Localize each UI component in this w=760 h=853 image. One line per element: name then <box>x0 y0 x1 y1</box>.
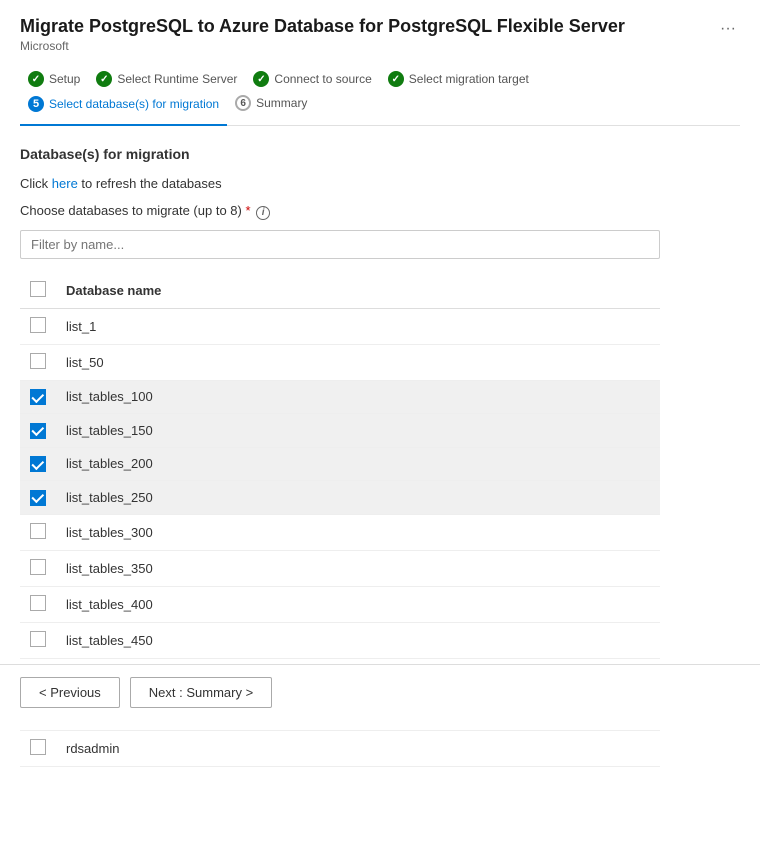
step-target: ✓ Select migration target <box>380 67 537 91</box>
row-checkbox-list_tables_150[interactable] <box>30 423 46 439</box>
row-checkbox-list_tables_100[interactable] <box>30 389 46 405</box>
row-checkbox-list_50[interactable] <box>30 353 46 369</box>
step-label-setup: Setup <box>49 72 80 86</box>
table-row: list_tables_200 <box>20 447 660 481</box>
db-name-list_tables_300: list_tables_300 <box>56 514 660 550</box>
db-name-list_tables_350: list_tables_350 <box>56 550 660 586</box>
step-label-target: Select migration target <box>409 72 529 86</box>
step-icon-databases: 5 <box>28 96 44 112</box>
steps-bar: ✓ Setup ✓ Select Runtime Server ✓ Connect to … <box>20 67 740 126</box>
row-checkbox-list_tables_400[interactable] <box>30 595 46 611</box>
table-row: rdsadmin <box>20 730 660 766</box>
row-checkbox-rdsadmin[interactable] <box>30 739 46 755</box>
section-title: Database(s) for migration <box>20 146 740 162</box>
row-checkbox-list_tables_250[interactable] <box>30 490 46 506</box>
table-row: list_tables_350 <box>20 550 660 586</box>
table-row: list_tables_450 <box>20 622 660 658</box>
row-checkbox-list_1[interactable] <box>30 317 46 333</box>
select-all-checkbox[interactable] <box>30 281 46 297</box>
step-connect: ✓ Connect to source <box>245 67 379 91</box>
step-label-summary: Summary <box>256 96 307 110</box>
step-summary: 6 Summary <box>227 91 315 115</box>
column-header: Database name <box>56 273 660 309</box>
info-icon: i <box>256 206 270 220</box>
step-databases: 5 Select database(s) for migration <box>20 92 227 126</box>
step-setup: ✓ Setup <box>20 67 88 91</box>
table-row: list_1 <box>20 308 660 344</box>
step-label-connect: Connect to source <box>274 72 371 86</box>
step-runtime: ✓ Select Runtime Server <box>88 67 245 91</box>
row-checkbox-list_tables_350[interactable] <box>30 559 46 575</box>
choose-label: Choose databases to migrate (up to 8) * … <box>20 203 740 220</box>
db-name-rdsadmin: rdsadmin <box>56 730 660 766</box>
refresh-line: Click here to refresh the databases <box>20 176 740 191</box>
table-row: list_tables_250 <box>20 481 660 515</box>
page-subtitle: Microsoft <box>20 39 625 53</box>
step-label-runtime: Select Runtime Server <box>117 72 237 86</box>
footer-bar: < Previous Next : Summary > <box>0 664 760 720</box>
previous-button[interactable]: < Previous <box>20 677 120 708</box>
table-row: list_50 <box>20 344 660 380</box>
step-icon-runtime: ✓ <box>96 71 112 87</box>
next-button[interactable]: Next : Summary > <box>130 677 272 708</box>
more-options-icon[interactable]: ··· <box>716 16 740 42</box>
db-name-list_tables_150: list_tables_150 <box>56 414 660 448</box>
step-icon-connect: ✓ <box>253 71 269 87</box>
row-checkbox-list_tables_200[interactable] <box>30 456 46 472</box>
db-name-list_tables_100: list_tables_100 <box>56 380 660 414</box>
db-name-list_tables_450: list_tables_450 <box>56 622 660 658</box>
table-row: list_tables_100 <box>20 380 660 414</box>
table-row: list_tables_400 <box>20 586 660 622</box>
db-name-list_1: list_1 <box>56 308 660 344</box>
page-title: Migrate PostgreSQL to Azure Database for… <box>20 16 625 37</box>
table-row: list_tables_300 <box>20 514 660 550</box>
db-name-list_50: list_50 <box>56 344 660 380</box>
db-name-list_tables_400: list_tables_400 <box>56 586 660 622</box>
db-name-list_tables_250: list_tables_250 <box>56 481 660 515</box>
step-label-databases: Select database(s) for migration <box>49 97 219 111</box>
step-icon-target: ✓ <box>388 71 404 87</box>
step-icon-setup: ✓ <box>28 71 44 87</box>
db-name-list_tables_200: list_tables_200 <box>56 447 660 481</box>
row-checkbox-list_tables_450[interactable] <box>30 631 46 647</box>
step-icon-summary: 6 <box>235 95 251 111</box>
filter-input[interactable] <box>20 230 660 259</box>
row-checkbox-list_tables_300[interactable] <box>30 523 46 539</box>
table-row: list_tables_150 <box>20 414 660 448</box>
refresh-link[interactable]: here <box>52 176 78 191</box>
